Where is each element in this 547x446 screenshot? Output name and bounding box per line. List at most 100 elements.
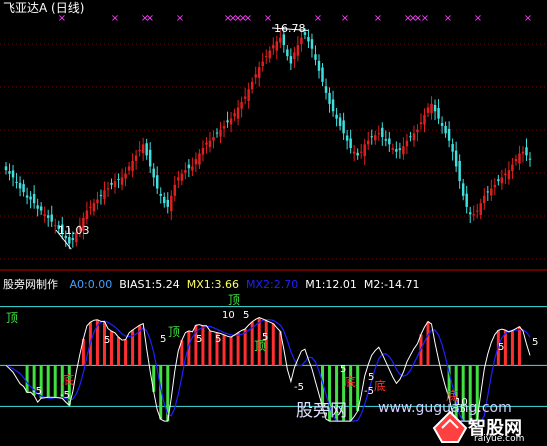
candle-body-124 — [440, 123, 444, 126]
price-low-label: 11.03 — [58, 224, 90, 237]
candle-body-43 — [155, 175, 159, 189]
top-mark-0: 顶 — [6, 311, 18, 325]
candle-body-147 — [521, 151, 525, 154]
cross-marker-17: × — [421, 13, 429, 24]
indicator-number-label-3: 5 — [215, 334, 221, 345]
candle-body-71 — [254, 74, 257, 78]
candle-body-66 — [236, 107, 240, 119]
candle-body-44 — [159, 193, 162, 196]
candle-body-102 — [363, 144, 366, 157]
candle-body-143 — [507, 170, 511, 180]
candle-body-128 — [454, 150, 458, 167]
candle-body-86 — [307, 37, 310, 42]
candle-body-6 — [25, 195, 29, 198]
candle-body-99 — [352, 151, 356, 154]
logo-url: raiyue.com — [474, 434, 525, 444]
cross-marker-10: × — [264, 13, 272, 24]
cross-marker-1: × — [111, 13, 119, 24]
logo-icon — [432, 410, 468, 443]
candle-body-45 — [163, 196, 166, 204]
candle-body-141 — [500, 177, 504, 184]
green-signal-bar-98 — [349, 365, 353, 422]
candle-body-30 — [110, 182, 113, 185]
candle-body-145 — [514, 159, 518, 162]
candle-body-100 — [356, 152, 359, 156]
readout-1: BIAS1:5.24 — [119, 278, 180, 291]
candle-body-135 — [479, 203, 482, 215]
candle-body-29 — [106, 188, 110, 190]
candle-body-101 — [359, 151, 363, 153]
candle-body-53 — [191, 166, 194, 171]
candle-body-63 — [226, 120, 229, 123]
cross-marker-12: × — [341, 13, 349, 24]
price-high-label: 16.78 — [274, 22, 306, 35]
candle-body-72 — [257, 67, 261, 78]
green-signal-bar-14 — [53, 365, 57, 398]
candle-body-107 — [381, 127, 384, 137]
candle-body-67 — [240, 102, 243, 109]
candle-body-73 — [261, 61, 264, 67]
bottom-mark-1: 底 — [344, 374, 356, 389]
candle-body-41 — [148, 149, 152, 167]
candle-body-136 — [483, 195, 486, 204]
candle-body-61 — [219, 129, 222, 137]
candle-body-114 — [405, 140, 409, 147]
candle-body-54 — [194, 159, 198, 165]
red-signal-bar-120 — [426, 321, 430, 366]
red-signal-bar-76 — [271, 323, 275, 366]
candle-body-10 — [39, 206, 43, 211]
candle-body-108 — [384, 139, 388, 141]
candle-body-57 — [205, 142, 208, 145]
candle-body-98 — [349, 138, 352, 149]
candle-body-9 — [36, 205, 39, 209]
candle-body-123 — [437, 107, 440, 119]
candle-body-131 — [465, 193, 468, 207]
candle-body-81 — [289, 56, 293, 64]
candle-body-60 — [215, 132, 219, 134]
candle-body-70 — [250, 81, 254, 90]
candle-body-129 — [458, 160, 461, 182]
indicator-number-label-6: 5 — [340, 364, 346, 375]
candle-body-58 — [208, 140, 212, 147]
indicator-number-label-9: 5 — [532, 337, 538, 348]
candle-body-87 — [310, 39, 314, 49]
candle-body-0 — [4, 166, 8, 171]
candle-body-105 — [374, 135, 377, 141]
indicator-number-label-1: 5 — [160, 334, 166, 345]
red-signal-bar-66 — [236, 332, 240, 366]
red-signal-bar-64 — [229, 337, 233, 366]
candle-body-51 — [184, 170, 187, 173]
candle-body-110 — [391, 148, 395, 150]
candle-body-1 — [8, 171, 11, 174]
candle-body-27 — [99, 195, 103, 197]
cross-marker-11: × — [314, 13, 322, 24]
candle-body-48 — [173, 184, 177, 196]
candle-body-144 — [511, 164, 514, 172]
candle-body-93 — [331, 99, 335, 112]
candle-body-78 — [279, 37, 282, 43]
candlestick-chart[interactable]: × × ×× × ××××× × × × × ×××× × × × 顶顶顶顶底底底底5 5 5 555555 5… — [0, 0, 547, 446]
candle-body-11 — [43, 214, 46, 217]
bottom-mark-2: 底 — [374, 378, 386, 393]
candle-body-5 — [22, 184, 25, 193]
candle-body-148 — [525, 147, 528, 156]
cross-marker-3: × — [146, 13, 154, 24]
red-signal-bar-68 — [243, 328, 247, 366]
candle-body-89 — [317, 60, 321, 71]
candle-body-52 — [187, 164, 191, 169]
candle-body-117 — [416, 129, 419, 133]
indicator-header: 股旁网制作 A0:0.00 BIAS1:5.24 MX1:3.66 MX2:2.70 M… — [3, 276, 427, 291]
candle-body-3 — [15, 181, 18, 183]
green-signal-bar-6 — [25, 365, 29, 393]
cross-marker-19: × — [474, 13, 482, 24]
candle-body-77 — [275, 41, 279, 51]
candle-body-68 — [243, 96, 247, 99]
candle-body-24 — [89, 206, 92, 208]
candle-body-14 — [54, 225, 57, 227]
bottom-mark-0: 底 — [62, 372, 74, 387]
candle-body-109 — [388, 138, 391, 145]
readout-4: M1:12.01 — [305, 278, 357, 291]
candle-body-65 — [233, 113, 236, 117]
candle-body-83 — [296, 45, 300, 56]
candle-body-2 — [11, 170, 15, 178]
